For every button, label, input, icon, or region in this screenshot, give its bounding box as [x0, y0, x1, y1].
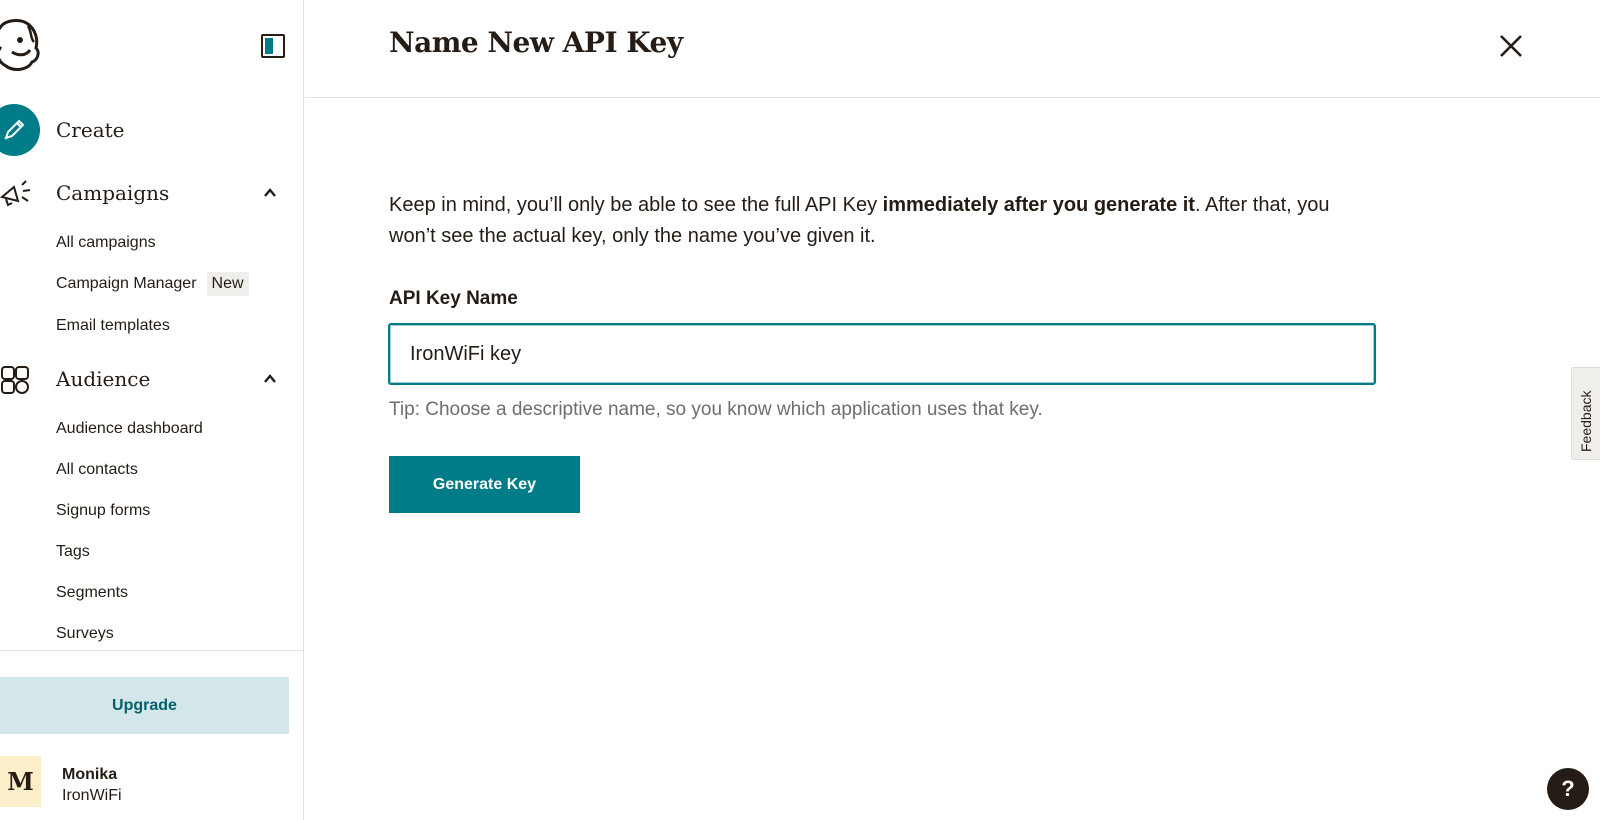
modal-header: Name New API Key	[305, 0, 1600, 98]
nav-campaign-manager-label: Campaign Manager	[56, 275, 197, 292]
user-name[interactable]: Monika	[62, 766, 117, 784]
nav-signup-forms[interactable]: Signup forms	[56, 502, 150, 520]
page-title: Name New API Key	[389, 26, 683, 59]
user-org: IronWiFi	[62, 787, 122, 804]
help-icon[interactable]: ?	[1547, 768, 1589, 810]
campaigns-label: Campaigns	[56, 181, 170, 205]
tip-text: Tip: Choose a descriptive name, so you k…	[389, 399, 1043, 420]
nav-tags[interactable]: Tags	[56, 543, 90, 561]
nav-email-templates[interactable]: Email templates	[56, 317, 170, 335]
audience-label: Audience	[56, 367, 151, 391]
api-key-name-label: API Key Name	[389, 288, 518, 309]
intro-start: Keep in mind, you’ll only be able to see…	[389, 194, 883, 216]
audience-section-toggle[interactable]: Audience	[0, 362, 300, 396]
upgrade-button[interactable]: Upgrade	[0, 677, 289, 734]
nav-surveys[interactable]: Surveys	[56, 625, 114, 643]
nav-all-contacts[interactable]: All contacts	[56, 461, 138, 479]
new-badge: New	[206, 272, 249, 296]
sidebar-toggle-icon[interactable]	[261, 34, 285, 58]
nav-segments[interactable]: Segments	[56, 584, 128, 602]
feedback-label: Feedback	[1578, 390, 1594, 452]
api-key-name-input[interactable]	[388, 323, 1376, 385]
freddie-logo-icon[interactable]	[0, 18, 40, 72]
nav-campaign-manager[interactable]: Campaign Manager New	[56, 272, 249, 296]
intro-bold: immediately after you generate it	[882, 194, 1195, 216]
campaigns-section-toggle[interactable]: Campaigns	[0, 176, 300, 210]
chevron-up-icon	[264, 374, 276, 383]
sidebar-divider	[0, 650, 303, 651]
avatar[interactable]: M	[0, 756, 41, 807]
nav-all-campaigns[interactable]: All campaigns	[56, 234, 156, 252]
generate-key-button[interactable]: Generate Key	[389, 456, 580, 513]
close-icon[interactable]	[1497, 32, 1525, 60]
megaphone-icon	[0, 179, 34, 209]
chevron-up-icon	[264, 188, 276, 197]
pencil-icon	[0, 104, 40, 156]
feedback-tab[interactable]: Feedback	[1571, 367, 1600, 460]
create-label: Create	[56, 118, 125, 142]
intro-text: Keep in mind, you’ll only be able to see…	[389, 190, 1369, 252]
sidebar: Create Campaigns All campaigns Campaign …	[0, 0, 304, 820]
audience-icon	[0, 365, 34, 395]
nav-audience-dashboard[interactable]: Audience dashboard	[56, 420, 203, 438]
